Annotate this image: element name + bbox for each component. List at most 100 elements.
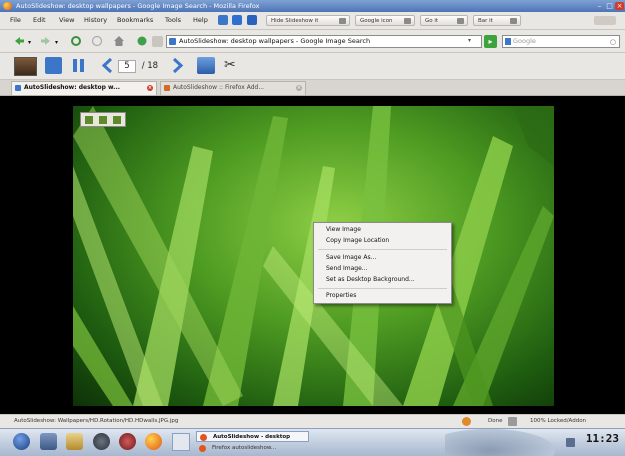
settings-tools-icon[interactable]: ✂: [224, 57, 236, 74]
status-right: 100% Locked/Addon: [530, 418, 587, 424]
printer-icon: [457, 18, 464, 24]
ctx-set-desktop-background[interactable]: Set as Desktop Background...: [326, 276, 415, 283]
ctx-send-image[interactable]: Send Image...: [326, 265, 368, 272]
ctx-save-image-as[interactable]: Save Image As...: [326, 254, 376, 261]
reload-icon[interactable]: [70, 35, 82, 47]
taskbar: AutoSlideshow - desktop Firefox autoslid…: [0, 428, 625, 456]
firefox-icon: [199, 445, 206, 452]
thumbnail-strip[interactable]: [80, 112, 126, 127]
disc-icon[interactable]: [93, 433, 110, 450]
lock-icon: [508, 417, 517, 426]
clock[interactable]: 11:23: [586, 432, 619, 445]
total-pages: / 18: [141, 61, 159, 71]
menubar-button-2-label: Google icon: [360, 18, 393, 24]
back-arrow-icon[interactable]: [13, 35, 25, 47]
ctx-properties[interactable]: Properties: [326, 292, 356, 299]
task-label: Firefox autoslideshow...: [212, 445, 277, 451]
menubar-button-3[interactable]: Go it: [420, 15, 468, 26]
menubar-button-3-label: Go it: [425, 18, 439, 24]
throbber-icon: [594, 16, 616, 25]
menubar-button-1[interactable]: Hide Slideshow it: [266, 15, 350, 26]
ctx-view-image[interactable]: View Image: [326, 226, 361, 233]
search-placeholder: Google: [513, 37, 536, 45]
pencil-icon: [339, 18, 346, 24]
close-tab-icon[interactable]: ×: [296, 85, 302, 91]
ctx-separator: [318, 288, 447, 289]
flag-icon[interactable]: [247, 15, 257, 25]
printer-icon: [510, 18, 517, 24]
tab-firefox-addons[interactable]: AutoSlideshow :: Firefox Add... ×: [160, 81, 306, 95]
firefox-icon: [3, 2, 12, 10]
pencil-icon[interactable]: [218, 15, 228, 25]
media-player-icon[interactable]: [119, 433, 136, 450]
slideshow-toolbar: 5 / 18 ✂: [0, 53, 625, 80]
tab-bar: AutoSlideshow: desktop w... × AutoSlides…: [0, 80, 625, 96]
maximize-button[interactable]: □: [605, 2, 614, 10]
window-title: AutoSlideshow: desktop wallpapers - Goog…: [16, 2, 260, 10]
firefox-icon[interactable]: [145, 433, 162, 450]
menu-edit[interactable]: Edit: [33, 16, 46, 24]
file-manager-icon[interactable]: [66, 433, 83, 450]
addon-icon[interactable]: [462, 417, 471, 426]
show-desktop-icon[interactable]: [172, 433, 190, 451]
desktop-icon[interactable]: [40, 433, 57, 450]
menu-tools[interactable]: Tools: [165, 16, 181, 24]
ctx-separator: [318, 249, 447, 250]
save-image-icon[interactable]: [197, 57, 215, 74]
pause-icon[interactable]: [70, 57, 87, 74]
menu-file[interactable]: File: [10, 16, 21, 24]
status-done: Done: [488, 418, 503, 424]
thumbnail-1[interactable]: [85, 116, 93, 124]
photo-thumbnail-icon[interactable]: [14, 57, 37, 76]
menu-bookmarks[interactable]: Bookmarks: [117, 16, 153, 24]
url-text: AutoSlideshow: desktop wallpapers - Goog…: [179, 37, 371, 45]
previous-arrow-icon[interactable]: [100, 57, 114, 74]
menubar-button-4-label: Bar it: [478, 18, 493, 24]
thumbnail-3[interactable]: [113, 116, 121, 124]
menubar-button-1-label: Hide Slideshow it: [271, 18, 319, 24]
forward-arrow-icon[interactable]: [40, 35, 52, 47]
network-icon[interactable]: [566, 438, 575, 447]
menu-view[interactable]: View: [59, 16, 74, 24]
chevron-down-icon[interactable]: ▾: [468, 37, 471, 44]
google-search-icon: [505, 38, 511, 45]
status-text: AutoSlideshow: Wallpapers/HD.Rotation/HD…: [14, 418, 179, 424]
menu-history[interactable]: History: [84, 16, 107, 24]
url-bar[interactable]: AutoSlideshow: desktop wallpapers - Goog…: [166, 35, 482, 48]
tab-label: AutoSlideshow :: Firefox Add...: [173, 84, 265, 91]
magnifier-icon[interactable]: ○: [610, 37, 616, 48]
firefox-icon: [200, 434, 207, 441]
minimize-button[interactable]: –: [595, 2, 604, 10]
menu-bar: File Edit View History Bookmarks Tools H…: [0, 12, 625, 30]
arrow-icon[interactable]: [232, 15, 242, 25]
status-bar: AutoSlideshow: Wallpapers/HD.Rotation/HD…: [0, 414, 625, 429]
go-button[interactable]: ▸: [484, 35, 497, 48]
next-arrow-icon[interactable]: [171, 57, 185, 74]
search-input[interactable]: Google ○: [502, 35, 620, 48]
navigation-bar: ▾ ▾ AutoSlideshow: desktop wallpapers - …: [0, 30, 625, 53]
chevron-down-icon[interactable]: ▾: [28, 39, 31, 46]
google-favicon-icon: [169, 38, 176, 45]
chevron-down-icon[interactable]: ▾: [55, 39, 58, 46]
close-tab-icon[interactable]: ×: [147, 85, 153, 91]
menubar-button-2[interactable]: Google icon: [355, 15, 415, 26]
current-page-input[interactable]: 5: [118, 60, 136, 73]
taskbar-task-1[interactable]: AutoSlideshow - desktop: [196, 431, 309, 442]
bookmark-icon[interactable]: [136, 35, 148, 47]
menu-help[interactable]: Help: [193, 16, 208, 24]
grid-view-icon[interactable]: [45, 57, 62, 74]
menubar-button-4[interactable]: Bar it: [473, 15, 521, 26]
close-button[interactable]: ×: [615, 2, 624, 10]
home-icon[interactable]: [113, 35, 125, 47]
site-identity-icon[interactable]: [152, 36, 163, 47]
printer-icon: [404, 18, 411, 24]
stop-icon[interactable]: [91, 35, 103, 47]
taskbar-task-2[interactable]: Firefox autoslideshow...: [196, 443, 309, 454]
tab-autoslideshow-active[interactable]: AutoSlideshow: desktop w... ×: [11, 81, 157, 95]
thumbnail-2[interactable]: [99, 116, 107, 124]
ctx-copy-image-location[interactable]: Copy Image Location: [326, 237, 389, 244]
context-menu: View Image Copy Image Location Save Imag…: [313, 222, 452, 304]
start-menu-icon[interactable]: [13, 433, 30, 450]
page-counter: 5 / 18: [118, 60, 158, 73]
title-bar: AutoSlideshow: desktop wallpapers - Goog…: [0, 0, 625, 12]
